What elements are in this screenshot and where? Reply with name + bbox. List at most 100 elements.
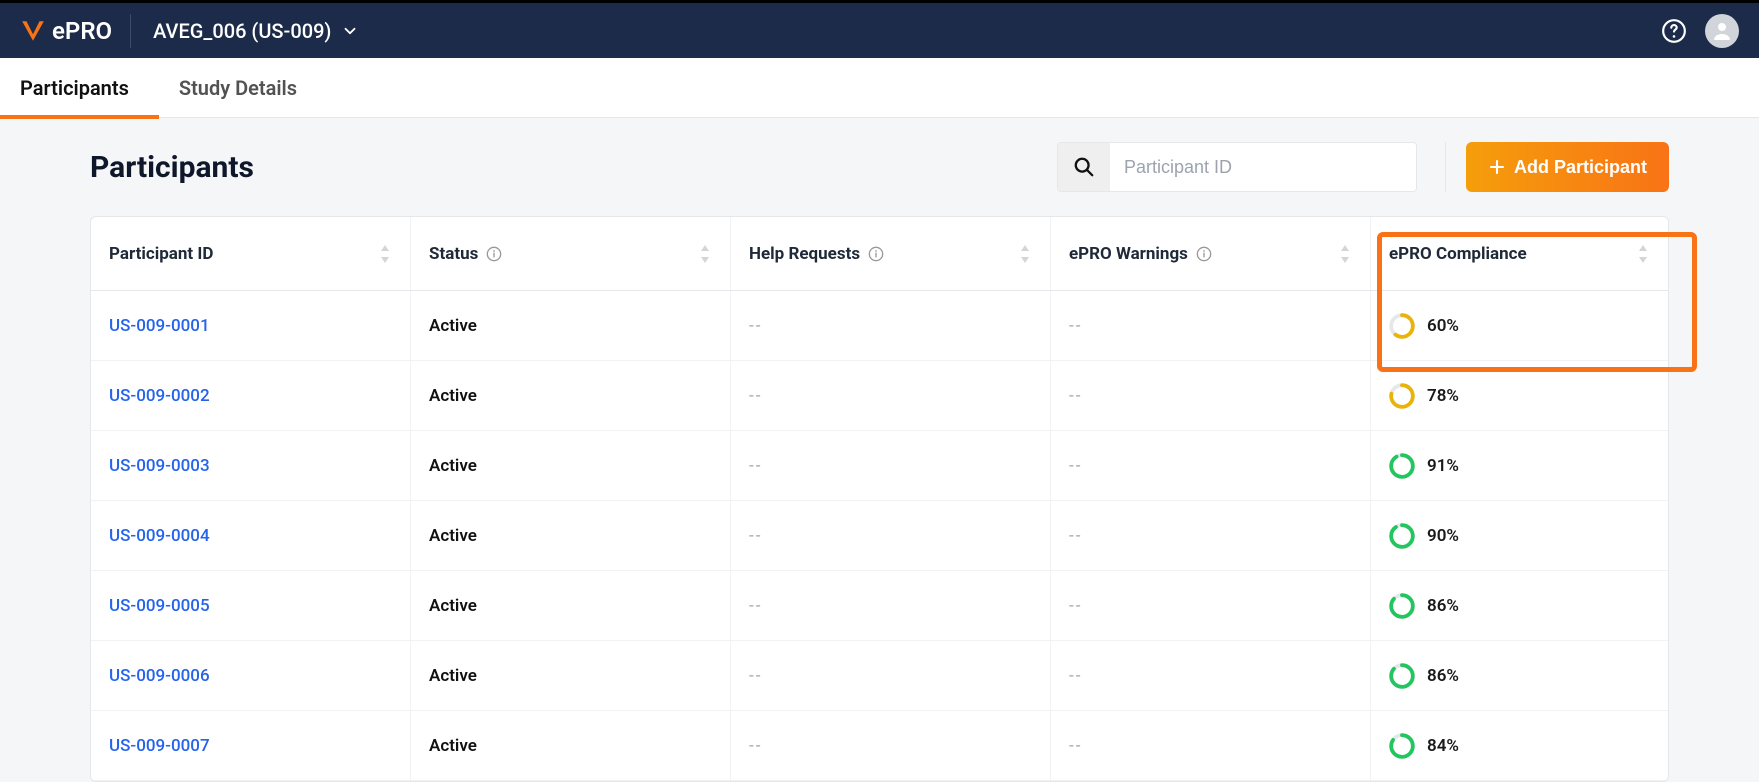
status-text: Active	[429, 596, 477, 616]
study-selector[interactable]: AVEG_006 (US-009)	[153, 19, 359, 43]
logo-icon	[20, 18, 46, 44]
cell-epro-compliance: 86%	[1371, 571, 1668, 640]
compliance-percent: 84%	[1427, 736, 1459, 756]
study-selector-label: AVEG_006 (US-009)	[153, 19, 331, 43]
cell-participant-id: US-009-0003	[91, 431, 411, 500]
cell-status: Active	[411, 291, 731, 360]
col-header-help-requests[interactable]: Help Requests	[731, 217, 1051, 290]
cell-participant-id: US-009-0002	[91, 361, 411, 430]
empty-value: --	[749, 526, 762, 546]
cell-epro-warnings: --	[1051, 361, 1371, 430]
user-avatar[interactable]	[1705, 14, 1739, 48]
cell-epro-warnings: --	[1051, 571, 1371, 640]
compliance-percent: 86%	[1427, 666, 1459, 686]
cell-help-requests: --	[731, 361, 1051, 430]
app-logo[interactable]: ePRO	[20, 14, 131, 48]
col-header-label: ePRO Warnings	[1069, 244, 1188, 264]
sort-icon	[1018, 245, 1032, 263]
progress-ring-icon	[1389, 453, 1415, 479]
cell-help-requests: --	[731, 291, 1051, 360]
empty-value: --	[1069, 386, 1082, 406]
cell-epro-warnings: --	[1051, 501, 1371, 570]
cell-help-requests: --	[731, 641, 1051, 710]
empty-value: --	[1069, 456, 1082, 476]
participant-link[interactable]: US-009-0006	[109, 666, 210, 686]
empty-value: --	[1069, 666, 1082, 686]
table-row: US-009-0006 Active -- -- 86%	[91, 641, 1668, 711]
cell-epro-warnings: --	[1051, 711, 1371, 780]
compliance-percent: 90%	[1427, 526, 1459, 546]
tab-label: Study Details	[179, 76, 297, 100]
cell-help-requests: --	[731, 431, 1051, 500]
compliance-indicator: 91%	[1389, 453, 1459, 479]
page-content: Participants Add Participant Participant…	[0, 118, 1759, 782]
col-header-epro-compliance[interactable]: ePRO Compliance	[1371, 217, 1668, 290]
table-row: US-009-0004Active----90%	[91, 501, 1668, 571]
participant-link[interactable]: US-009-0005	[109, 596, 210, 616]
participants-table: Participant ID Status Help Requests	[90, 216, 1669, 782]
participant-link[interactable]: US-009-0007	[109, 736, 210, 756]
cell-participant-id: US-009-0005	[91, 571, 411, 640]
empty-value: --	[749, 666, 762, 686]
col-header-label: Help Requests	[749, 244, 860, 264]
info-icon	[868, 246, 884, 262]
add-button-label: Add Participant	[1514, 157, 1647, 178]
compliance-percent: 86%	[1427, 596, 1459, 616]
search-input[interactable]	[1110, 143, 1416, 191]
info-icon	[486, 246, 502, 262]
empty-value: --	[1069, 526, 1082, 546]
cell-status: Active	[411, 431, 731, 500]
info-icon	[1196, 246, 1212, 262]
empty-value: --	[749, 456, 762, 476]
search-box[interactable]	[1057, 142, 1417, 192]
participant-link[interactable]: US-009-0002	[109, 386, 210, 406]
col-header-participant-id[interactable]: Participant ID	[91, 217, 411, 290]
help-button[interactable]	[1659, 16, 1689, 46]
compliance-indicator: 90%	[1389, 523, 1459, 549]
col-header-epro-warnings[interactable]: ePRO Warnings	[1051, 217, 1371, 290]
table-header-row: Participant ID Status Help Requests	[91, 217, 1668, 291]
tabs-bar: Participants Study Details	[0, 58, 1759, 118]
empty-value: --	[749, 316, 762, 336]
cell-help-requests: --	[731, 571, 1051, 640]
col-header-status[interactable]: Status	[411, 217, 731, 290]
cell-epro-warnings: --	[1051, 291, 1371, 360]
cell-participant-id: US-009-0006	[91, 641, 411, 710]
chevron-down-icon	[341, 22, 359, 40]
tab-participants[interactable]: Participants	[20, 58, 129, 118]
cell-status: Active	[411, 571, 731, 640]
participant-link[interactable]: US-009-0003	[109, 456, 210, 476]
status-text: Active	[429, 316, 477, 336]
status-text: Active	[429, 386, 477, 406]
participant-link[interactable]: US-009-0001	[109, 316, 210, 336]
progress-ring-icon	[1389, 663, 1415, 689]
cell-participant-id: US-009-0004	[91, 501, 411, 570]
person-icon	[1710, 19, 1734, 43]
help-icon	[1661, 18, 1687, 44]
search-icon-box	[1058, 143, 1110, 191]
col-header-label: ePRO Compliance	[1389, 244, 1527, 264]
cell-status: Active	[411, 361, 731, 430]
cell-help-requests: --	[731, 501, 1051, 570]
progress-ring-icon	[1389, 593, 1415, 619]
add-participant-button[interactable]: Add Participant	[1466, 142, 1669, 192]
app-name: ePRO	[52, 17, 112, 45]
compliance-indicator: 84%	[1389, 733, 1459, 759]
plus-icon	[1488, 158, 1506, 176]
compliance-percent: 91%	[1427, 456, 1459, 476]
tab-study-details[interactable]: Study Details	[179, 58, 297, 118]
sort-icon	[1636, 245, 1650, 263]
compliance-indicator: 78%	[1389, 383, 1459, 409]
progress-ring-icon	[1389, 313, 1415, 339]
cell-epro-compliance: 84%	[1371, 711, 1668, 780]
cell-epro-warnings: --	[1051, 641, 1371, 710]
empty-value: --	[1069, 596, 1082, 616]
cell-status: Active	[411, 711, 731, 780]
status-text: Active	[429, 666, 477, 686]
table-row: US-009-0001Active----60%	[91, 291, 1668, 361]
cell-epro-compliance: 78%	[1371, 361, 1668, 430]
participant-link[interactable]: US-009-0004	[109, 526, 210, 546]
cell-participant-id: US-009-0007	[91, 711, 411, 780]
cell-epro-warnings: --	[1051, 431, 1371, 500]
empty-value: --	[1069, 316, 1082, 336]
